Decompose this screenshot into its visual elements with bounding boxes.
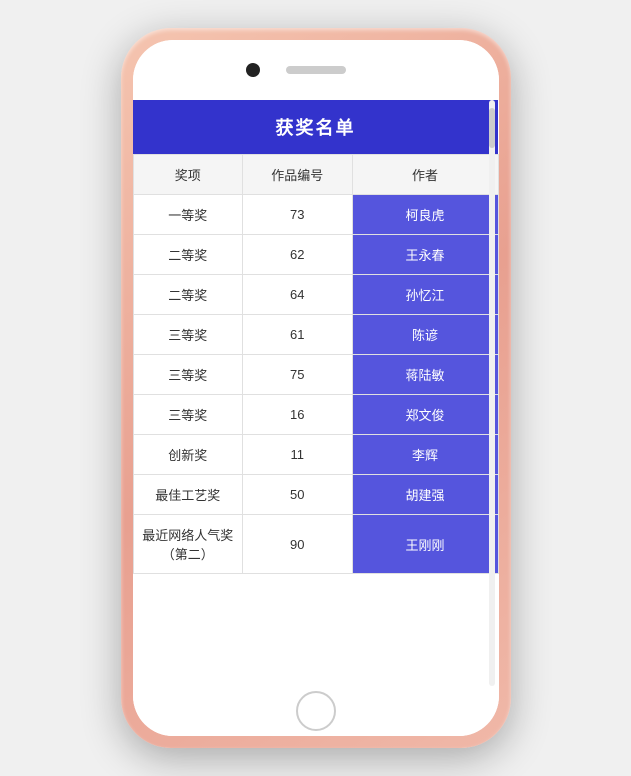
number-cell: 11 [243,435,353,475]
number-cell: 61 [243,315,353,355]
prize-cell: 二等奖 [133,275,243,315]
scrollbar-track [489,100,495,686]
table-container[interactable]: 获奖名单奖项作品编号作者一等奖73柯良虎二等奖62王永春二等奖64孙忆江三等奖6… [133,100,499,686]
author-cell: 柯良虎 [352,195,498,235]
phone-bottom-bar [133,686,499,736]
author-cell: 孙忆江 [352,275,498,315]
author-cell: 王刚刚 [352,515,498,574]
speaker [286,66,346,74]
table-row: 二等奖62王永春 [133,235,498,275]
author-cell: 蒋陆敏 [352,355,498,395]
prize-cell: 二等奖 [133,235,243,275]
number-cell: 75 [243,355,353,395]
camera-icon [246,63,260,77]
number-cell: 73 [243,195,353,235]
awards-table: 获奖名单奖项作品编号作者一等奖73柯良虎二等奖62王永春二等奖64孙忆江三等奖6… [133,100,499,574]
table-row: 三等奖61陈谚 [133,315,498,355]
table-row: 三等奖75蒋陆敏 [133,355,498,395]
author-cell: 郑文俊 [352,395,498,435]
table-header-cell-2: 作者 [352,155,498,195]
author-cell: 王永春 [352,235,498,275]
prize-cell: 三等奖 [133,315,243,355]
table-row: 最近网络人气奖（第二）90王刚刚 [133,515,498,574]
number-cell: 50 [243,475,353,515]
author-cell: 陈谚 [352,315,498,355]
table-header-cell-0: 奖项 [133,155,243,195]
prize-cell: 三等奖 [133,395,243,435]
phone-device: 获奖名单奖项作品编号作者一等奖73柯良虎二等奖62王永春二等奖64孙忆江三等奖6… [121,28,511,748]
prize-cell: 三等奖 [133,355,243,395]
scrollbar-thumb[interactable] [489,108,495,148]
table-header-row: 奖项作品编号作者 [133,155,498,195]
number-cell: 62 [243,235,353,275]
phone-top-bar [133,40,499,100]
table-row: 二等奖64孙忆江 [133,275,498,315]
author-cell: 胡建强 [352,475,498,515]
prize-cell: 最佳工艺奖 [133,475,243,515]
number-cell: 90 [243,515,353,574]
table-title-row: 获奖名单 [133,100,498,155]
prize-cell: 最近网络人气奖（第二） [133,515,243,574]
number-cell: 16 [243,395,353,435]
table-row: 创新奖11李辉 [133,435,498,475]
phone-screen: 获奖名单奖项作品编号作者一等奖73柯良虎二等奖62王永春二等奖64孙忆江三等奖6… [133,100,499,686]
table-row: 最佳工艺奖50胡建强 [133,475,498,515]
prize-cell: 一等奖 [133,195,243,235]
phone-screen-container: 获奖名单奖项作品编号作者一等奖73柯良虎二等奖62王永春二等奖64孙忆江三等奖6… [133,40,499,736]
home-button[interactable] [296,691,336,731]
table-row: 三等奖16郑文俊 [133,395,498,435]
author-cell: 李辉 [352,435,498,475]
number-cell: 64 [243,275,353,315]
table-title: 获奖名单 [133,100,498,155]
table-row: 一等奖73柯良虎 [133,195,498,235]
prize-cell: 创新奖 [133,435,243,475]
table-header-cell-1: 作品编号 [243,155,353,195]
